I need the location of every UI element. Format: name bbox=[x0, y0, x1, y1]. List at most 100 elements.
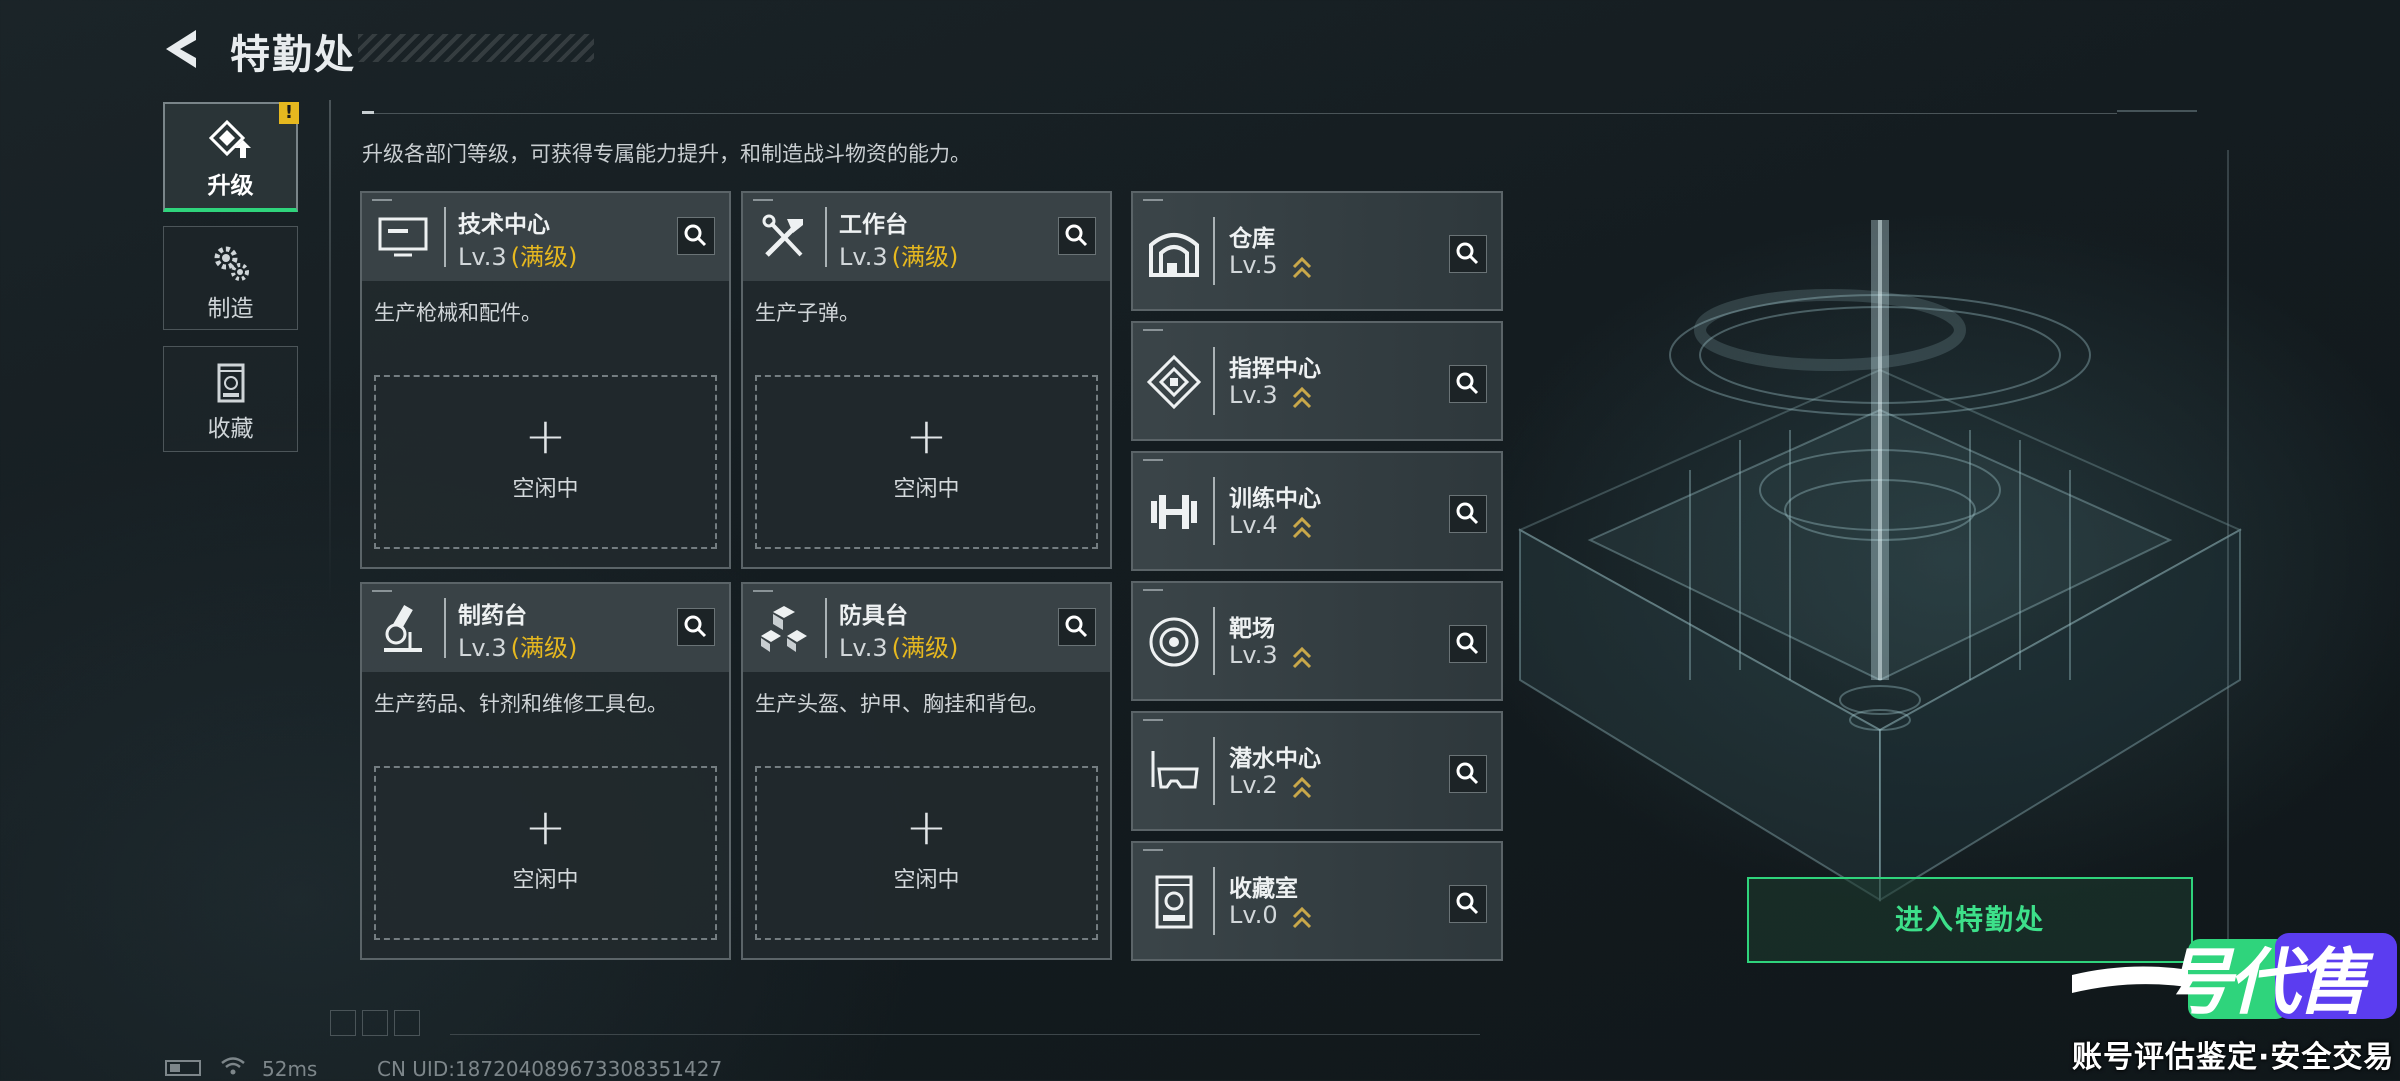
facility-command-center[interactable]: 指挥中心 Lv.3 bbox=[1131, 321, 1503, 441]
card-tick bbox=[1143, 329, 1163, 331]
upgrade-arrow-icon bbox=[1292, 386, 1312, 409]
search-icon[interactable] bbox=[1449, 235, 1487, 273]
diving-mask-icon bbox=[1151, 751, 1199, 789]
title-decoration bbox=[358, 34, 594, 62]
nav-tab-craft[interactable]: 制造 bbox=[163, 226, 298, 330]
upgrade-arrow-icon bbox=[1292, 646, 1312, 669]
card-tick bbox=[372, 590, 392, 592]
decor-square bbox=[330, 1010, 356, 1036]
upgrade-arrow-icon bbox=[1292, 256, 1312, 279]
search-icon[interactable] bbox=[677, 217, 715, 255]
nav-tab-upgrade[interactable]: 升级 bbox=[163, 102, 298, 212]
card-separator bbox=[1213, 477, 1215, 545]
facility-level: Lv.5 bbox=[1229, 251, 1278, 279]
nav-label-upgrade: 升级 bbox=[207, 173, 254, 199]
top-divider bbox=[362, 113, 2117, 114]
bottom-divider bbox=[450, 1034, 1480, 1035]
facility-diving-center[interactable]: 潜水中心 Lv.2 bbox=[1131, 711, 1503, 831]
card-tick bbox=[1143, 719, 1163, 721]
facility-training-center[interactable]: 训练中心 Lv.4 bbox=[1131, 451, 1503, 571]
department-description: 生产枪械和配件。 bbox=[374, 301, 542, 325]
warehouse-icon bbox=[1149, 233, 1199, 277]
card-header: 工作台 Lv.3 (满级) bbox=[743, 193, 1110, 281]
card-tick bbox=[753, 199, 773, 201]
decor-square bbox=[394, 1010, 420, 1036]
search-icon[interactable] bbox=[1449, 625, 1487, 663]
card-tick bbox=[1143, 459, 1163, 461]
add-icon: + bbox=[524, 407, 567, 465]
department-name: 制药台 bbox=[458, 603, 527, 629]
department-level: Lv.3 (满级) bbox=[839, 628, 958, 663]
department-card-tech-center[interactable]: 技术中心 Lv.3 (满级) 生产枪械和配件。 + 空闲中 bbox=[360, 191, 731, 569]
slot-status: 空闲中 bbox=[893, 868, 960, 893]
facility-name: 靶场 bbox=[1229, 616, 1275, 642]
add-icon: + bbox=[524, 798, 567, 856]
max-level-tag: (满级) bbox=[891, 634, 959, 662]
upgrade-description: 升级各部门等级，可获得专属能力提升，和制造战斗物资的能力。 bbox=[362, 142, 971, 166]
collection-icon bbox=[217, 363, 244, 403]
nav-label-collection: 收藏 bbox=[207, 416, 254, 442]
department-card-armor-bench[interactable]: 防具台 Lv.3 (满级) 生产头盔、护甲、胸挂和背包。 + 空闲中 bbox=[741, 582, 1112, 960]
facility-level: Lv.3 bbox=[1229, 641, 1278, 669]
dumbbell-icon bbox=[1151, 495, 1197, 529]
card-tick bbox=[753, 590, 773, 592]
production-slot[interactable]: + 空闲中 bbox=[755, 375, 1098, 549]
card-tick bbox=[1143, 199, 1163, 201]
level-value: Lv.3 bbox=[839, 634, 888, 662]
max-level-tag: (满级) bbox=[510, 634, 578, 662]
facility-name: 仓库 bbox=[1229, 226, 1275, 252]
facility-name: 指挥中心 bbox=[1229, 356, 1321, 382]
upgrade-arrow-icon bbox=[1292, 906, 1312, 929]
card-header: 防具台 Lv.3 (满级) bbox=[743, 584, 1110, 672]
card-separator bbox=[1213, 347, 1215, 415]
decor-square bbox=[362, 1010, 388, 1036]
department-level: Lv.3 (满级) bbox=[839, 237, 958, 272]
search-icon[interactable] bbox=[1449, 755, 1487, 793]
facility-name: 训练中心 bbox=[1229, 486, 1321, 512]
card-separator bbox=[825, 207, 827, 267]
department-card-workbench[interactable]: 工作台 Lv.3 (满级) 生产子弹。 + 空闲中 bbox=[741, 191, 1112, 569]
search-icon[interactable] bbox=[1449, 495, 1487, 533]
upgrade-arrow-icon bbox=[1292, 516, 1312, 539]
watermark-tagline: 账号评估鉴定·安全交易 bbox=[2072, 1040, 2395, 1075]
nav-tab-collection[interactable]: 收藏 bbox=[163, 346, 298, 452]
search-icon[interactable] bbox=[677, 608, 715, 646]
search-icon[interactable] bbox=[1058, 217, 1096, 255]
card-separator bbox=[444, 207, 446, 267]
target-icon bbox=[1149, 617, 1199, 667]
search-icon[interactable] bbox=[1449, 365, 1487, 403]
level-value: Lv.3 bbox=[839, 243, 888, 271]
facility-warehouse[interactable]: 仓库 Lv.5 bbox=[1131, 191, 1503, 311]
search-icon[interactable] bbox=[1058, 608, 1096, 646]
production-slot[interactable]: + 空闲中 bbox=[374, 766, 717, 940]
slot-status: 空闲中 bbox=[512, 477, 579, 502]
card-header: 制药台 Lv.3 (满级) bbox=[362, 584, 729, 672]
facility-collection-room[interactable]: 收藏室 Lv.0 bbox=[1131, 841, 1503, 961]
divider-line bbox=[329, 100, 331, 600]
production-slot[interactable]: + 空闲中 bbox=[374, 375, 717, 549]
department-name: 技术中心 bbox=[458, 212, 550, 238]
watermark-logo: 号代售 bbox=[2072, 933, 2397, 1024]
facility-level: Lv.2 bbox=[1229, 771, 1278, 799]
facility-shooting-range[interactable]: 靶场 Lv.3 bbox=[1131, 581, 1503, 701]
slot-status: 空闲中 bbox=[512, 868, 579, 893]
display-case-icon bbox=[1155, 875, 1193, 929]
ping-text: 52ms bbox=[262, 1057, 318, 1081]
back-arrow-icon[interactable] bbox=[160, 26, 206, 72]
card-separator bbox=[444, 598, 446, 658]
department-description: 生产头盔、护甲、胸挂和背包。 bbox=[755, 692, 1049, 716]
microscope-icon bbox=[384, 604, 422, 652]
search-icon[interactable] bbox=[1449, 885, 1487, 923]
production-slot[interactable]: + 空闲中 bbox=[755, 766, 1098, 940]
card-tick bbox=[372, 199, 392, 201]
top-divider-accent bbox=[362, 111, 374, 114]
card-tick bbox=[1143, 589, 1163, 591]
upgrade-arrow-icon bbox=[1292, 776, 1312, 799]
card-separator bbox=[1213, 737, 1215, 805]
facility-level: Lv.0 bbox=[1229, 901, 1278, 929]
department-card-pharmacy[interactable]: 制药台 Lv.3 (满级) 生产药品、针剂和维修工具包。 + 空闲中 bbox=[360, 582, 731, 960]
computer-icon bbox=[378, 217, 428, 257]
facility-name: 潜水中心 bbox=[1229, 746, 1321, 772]
card-tick bbox=[1143, 849, 1163, 851]
slot-status: 空闲中 bbox=[893, 477, 960, 502]
